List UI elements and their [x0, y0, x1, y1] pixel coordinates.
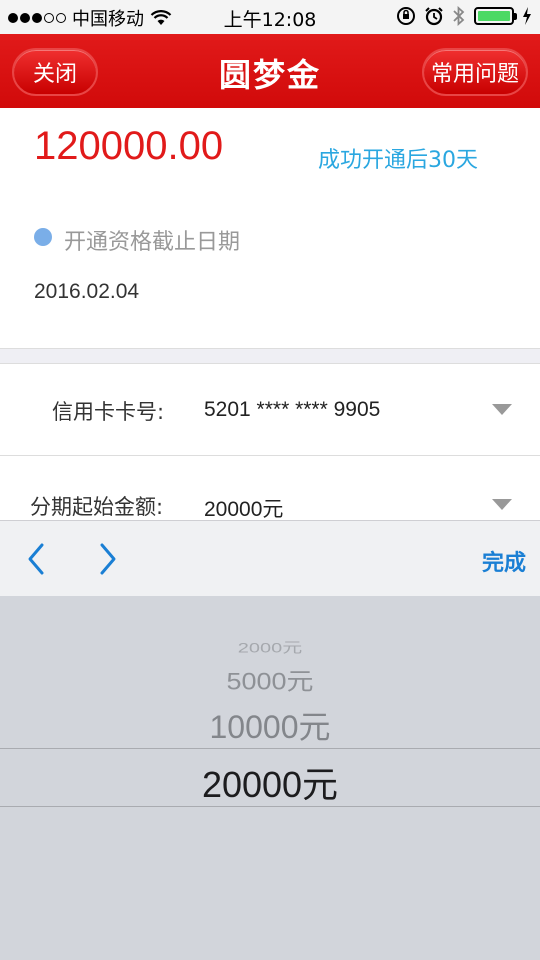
deadline-label: 开通资格截止日期: [64, 230, 241, 255]
start-amount-value: 20000元: [204, 498, 284, 520]
card-number-label: 信用卡卡号:: [52, 400, 165, 424]
start-amount-row[interactable]: 分期起始金额: 20000元: [0, 457, 540, 520]
amount-picker[interactable]: 2000元 5000元 10000元 20000元: [0, 596, 540, 960]
battery-level: [478, 11, 510, 21]
credit-amount: 120000.00: [34, 124, 224, 168]
chevron-left-icon[interactable]: [22, 541, 52, 577]
bluetooth-icon: [453, 6, 465, 26]
start-amount-label: 分期起始金额:: [30, 495, 164, 519]
bullet-dot-icon: [34, 228, 52, 246]
faq-button[interactable]: 常用问题: [422, 48, 528, 96]
alarm-icon: [425, 7, 443, 26]
picker-option[interactable]: 2000元: [0, 636, 540, 656]
deadline-date: 2016.02.04: [34, 280, 140, 303]
nav-bar: 关闭 圆梦金 常用问题: [0, 34, 540, 108]
picker-option[interactable]: 10000元: [0, 702, 540, 748]
status-bar: 中国移动 上午12:08: [0, 0, 540, 34]
card-number-row[interactable]: 信用卡卡号: 5201 **** **** 9905: [0, 364, 540, 456]
main-content: 120000.00 成功开通后30天 开通资格截止日期 2016.02.04 信…: [0, 108, 540, 520]
battery-icon: [474, 7, 517, 25]
success-note: 成功开通后30天: [318, 148, 478, 173]
card-number-value: 5201 **** **** 9905: [204, 398, 381, 421]
picker-selection-line: [0, 748, 540, 749]
chevron-right-icon[interactable]: [92, 541, 122, 577]
picker-selection-line: [0, 806, 540, 807]
section-divider: [0, 348, 540, 364]
dropdown-arrow-icon[interactable]: [492, 404, 512, 415]
dropdown-arrow-icon[interactable]: [492, 499, 512, 510]
charging-icon: [523, 7, 531, 25]
done-button[interactable]: 完成: [482, 545, 526, 577]
picker-toolbar: 完成: [0, 520, 540, 596]
orientation-lock-icon: [397, 7, 415, 25]
picker-option-selected[interactable]: 20000元: [0, 756, 540, 808]
picker-option[interactable]: 5000元: [0, 662, 540, 696]
